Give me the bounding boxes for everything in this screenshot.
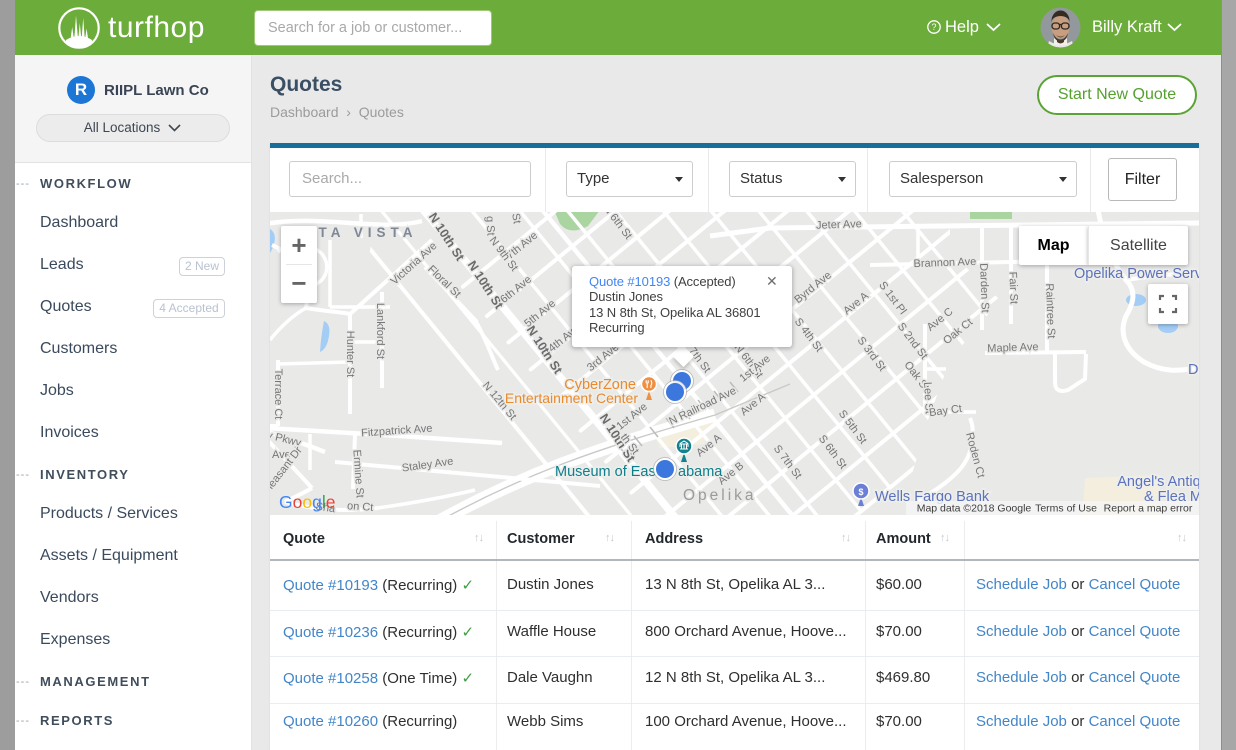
svg-text:Google: Google xyxy=(279,492,335,512)
svg-text:abama: abama xyxy=(678,464,723,480)
svg-text:Fair St: Fair St xyxy=(1006,271,1019,304)
svg-text:Terrace Ct: Terrace Ct xyxy=(272,369,284,420)
svg-text:Dr: Dr xyxy=(1188,362,1199,378)
svg-text:Report a map error: Report a map error xyxy=(1104,503,1193,515)
svg-text:Opelika Power Servic: Opelika Power Servic xyxy=(1074,266,1199,282)
svg-text:Jeter Ave: Jeter Ave xyxy=(816,218,862,232)
svg-text:$: $ xyxy=(858,487,863,497)
svg-text:Entertainment Center: Entertainment Center xyxy=(505,390,638,406)
svg-text:Darden St: Darden St xyxy=(977,263,991,313)
svg-text:Hunter St: Hunter St xyxy=(344,331,356,377)
svg-text:Map data ©2018 Google: Map data ©2018 Google xyxy=(917,503,1032,515)
svg-text:Raintree St: Raintree St xyxy=(1043,283,1057,338)
svg-text:Brannon Ave: Brannon Ave xyxy=(913,256,976,270)
svg-text:?: ? xyxy=(931,22,936,32)
svg-text:Opelika: Opelika xyxy=(683,487,757,504)
svg-text:Angel's Antiqu: Angel's Antiqu xyxy=(1117,474,1199,490)
svg-text:g St: g St xyxy=(483,216,496,236)
svg-text:TA VISTA: TA VISTA xyxy=(319,225,418,240)
svg-text:Lankford St: Lankford St xyxy=(374,303,386,359)
svg-text:Terms of Use: Terms of Use xyxy=(1035,503,1097,515)
svg-text:Maple Ave: Maple Ave xyxy=(987,341,1039,355)
svg-text:on Ct: on Ct xyxy=(347,500,374,514)
svg-text:St: St xyxy=(509,212,523,224)
